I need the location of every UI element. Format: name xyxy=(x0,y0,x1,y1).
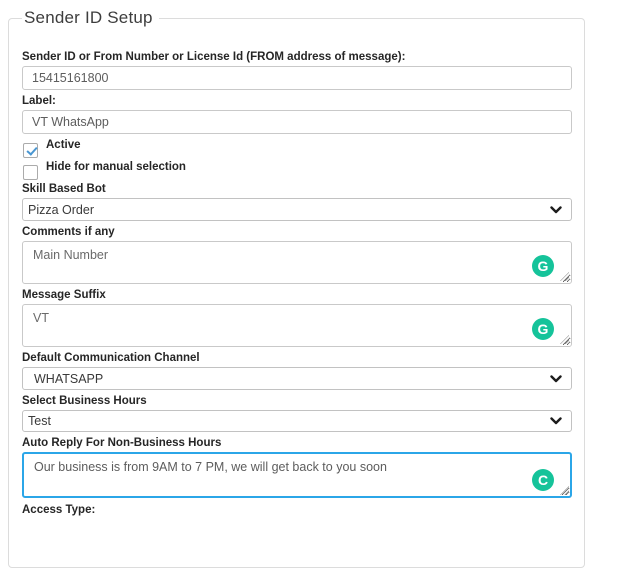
active-label: Active xyxy=(46,138,572,152)
hide-manual-check-row: Hide for manual selection xyxy=(22,160,572,180)
business-hours-label: Select Business Hours xyxy=(22,394,572,408)
comments-textarea[interactable]: Main Number xyxy=(22,241,572,284)
panel-title: Sender ID Setup xyxy=(22,8,159,28)
message-suffix-textarea[interactable]: VT xyxy=(22,304,572,347)
label-field: Label: xyxy=(22,94,572,134)
comments-label: Comments if any xyxy=(22,225,572,239)
grammarly-icon[interactable]: C xyxy=(532,469,554,491)
skill-bot-select[interactable]: Pizza Order xyxy=(22,198,572,221)
message-suffix-field: Message Suffix VT G xyxy=(22,288,572,347)
comments-field: Comments if any Main Number G xyxy=(22,225,572,284)
label-input[interactable] xyxy=(22,110,572,134)
auto-reply-field: Auto Reply For Non-Business Hours Our bu… xyxy=(22,436,572,498)
business-hours-select[interactable]: Test xyxy=(22,410,572,432)
hide-manual-selection-checkbox[interactable] xyxy=(23,165,38,180)
active-checkbox[interactable] xyxy=(23,143,38,158)
skill-bot-label: Skill Based Bot xyxy=(22,182,572,196)
hide-manual-selection-label: Hide for manual selection xyxy=(46,160,572,174)
business-hours-field: Select Business Hours Test xyxy=(22,394,572,432)
channel-field: Default Communication Channel WHATSAPP xyxy=(22,351,572,390)
skill-bot-field: Skill Based Bot Pizza Order xyxy=(22,182,572,221)
message-suffix-label: Message Suffix xyxy=(22,288,572,302)
communication-channel-select[interactable]: WHATSAPP xyxy=(22,367,572,390)
sender-id-label: Sender ID or From Number or License Id (… xyxy=(22,50,572,64)
auto-reply-textarea[interactable]: Our business is from 9AM to 7 PM, we wil… xyxy=(22,452,572,498)
grammarly-icon[interactable]: G xyxy=(532,318,554,340)
sender-id-input[interactable] xyxy=(22,66,572,90)
sender-id-field: Sender ID or From Number or License Id (… xyxy=(22,50,572,90)
active-check-row: Active xyxy=(22,138,572,158)
access-type-label: Access Type: xyxy=(22,503,572,517)
sender-id-setup-panel: Sender ID Setup Sender ID or From Number… xyxy=(8,8,585,568)
label-label: Label: xyxy=(22,94,572,108)
auto-reply-label: Auto Reply For Non-Business Hours xyxy=(22,436,572,450)
channel-label: Default Communication Channel xyxy=(22,351,572,365)
grammarly-icon[interactable]: G xyxy=(532,255,554,277)
